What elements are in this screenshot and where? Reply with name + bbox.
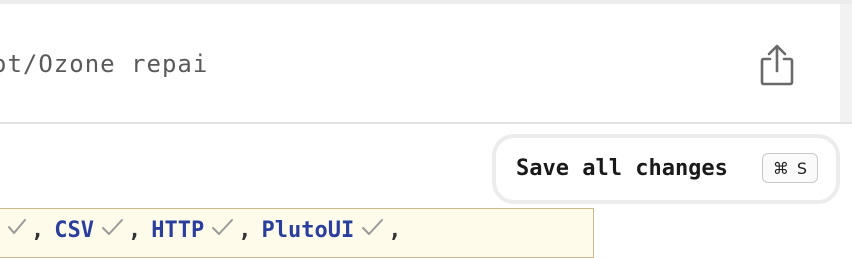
package-list: , CSV , HTTP , PlutoUI , bbox=[1, 217, 411, 243]
keyboard-shortcut: ⌘ S bbox=[762, 153, 818, 183]
separator: , bbox=[128, 217, 142, 243]
notebook-path[interactable]: ot/Ozone repai bbox=[0, 50, 208, 78]
share-button[interactable] bbox=[752, 40, 802, 90]
save-all-label: Save all changes bbox=[516, 156, 728, 181]
save-all-changes-button[interactable]: Save all changes ⌘ S bbox=[492, 134, 840, 204]
separator: , bbox=[238, 217, 252, 243]
package-status-cell: , CSV , HTTP , PlutoUI , bbox=[0, 208, 594, 258]
package-name[interactable]: CSV bbox=[54, 218, 94, 243]
shortcut-key: S bbox=[796, 158, 808, 178]
checkmark-icon bbox=[210, 217, 234, 243]
package-name[interactable]: HTTP bbox=[151, 218, 204, 243]
checkmark-icon bbox=[100, 217, 124, 243]
package-name[interactable]: PlutoUI bbox=[261, 218, 354, 243]
checkmark-icon bbox=[360, 217, 384, 243]
checkmark-icon bbox=[7, 217, 27, 243]
separator: , bbox=[31, 217, 45, 243]
scrollbar-track[interactable] bbox=[840, 4, 852, 122]
notebook-header: ot/Ozone repai bbox=[0, 4, 852, 124]
separator: , bbox=[388, 217, 402, 243]
command-key-icon: ⌘ bbox=[772, 158, 789, 178]
share-icon bbox=[760, 44, 794, 86]
